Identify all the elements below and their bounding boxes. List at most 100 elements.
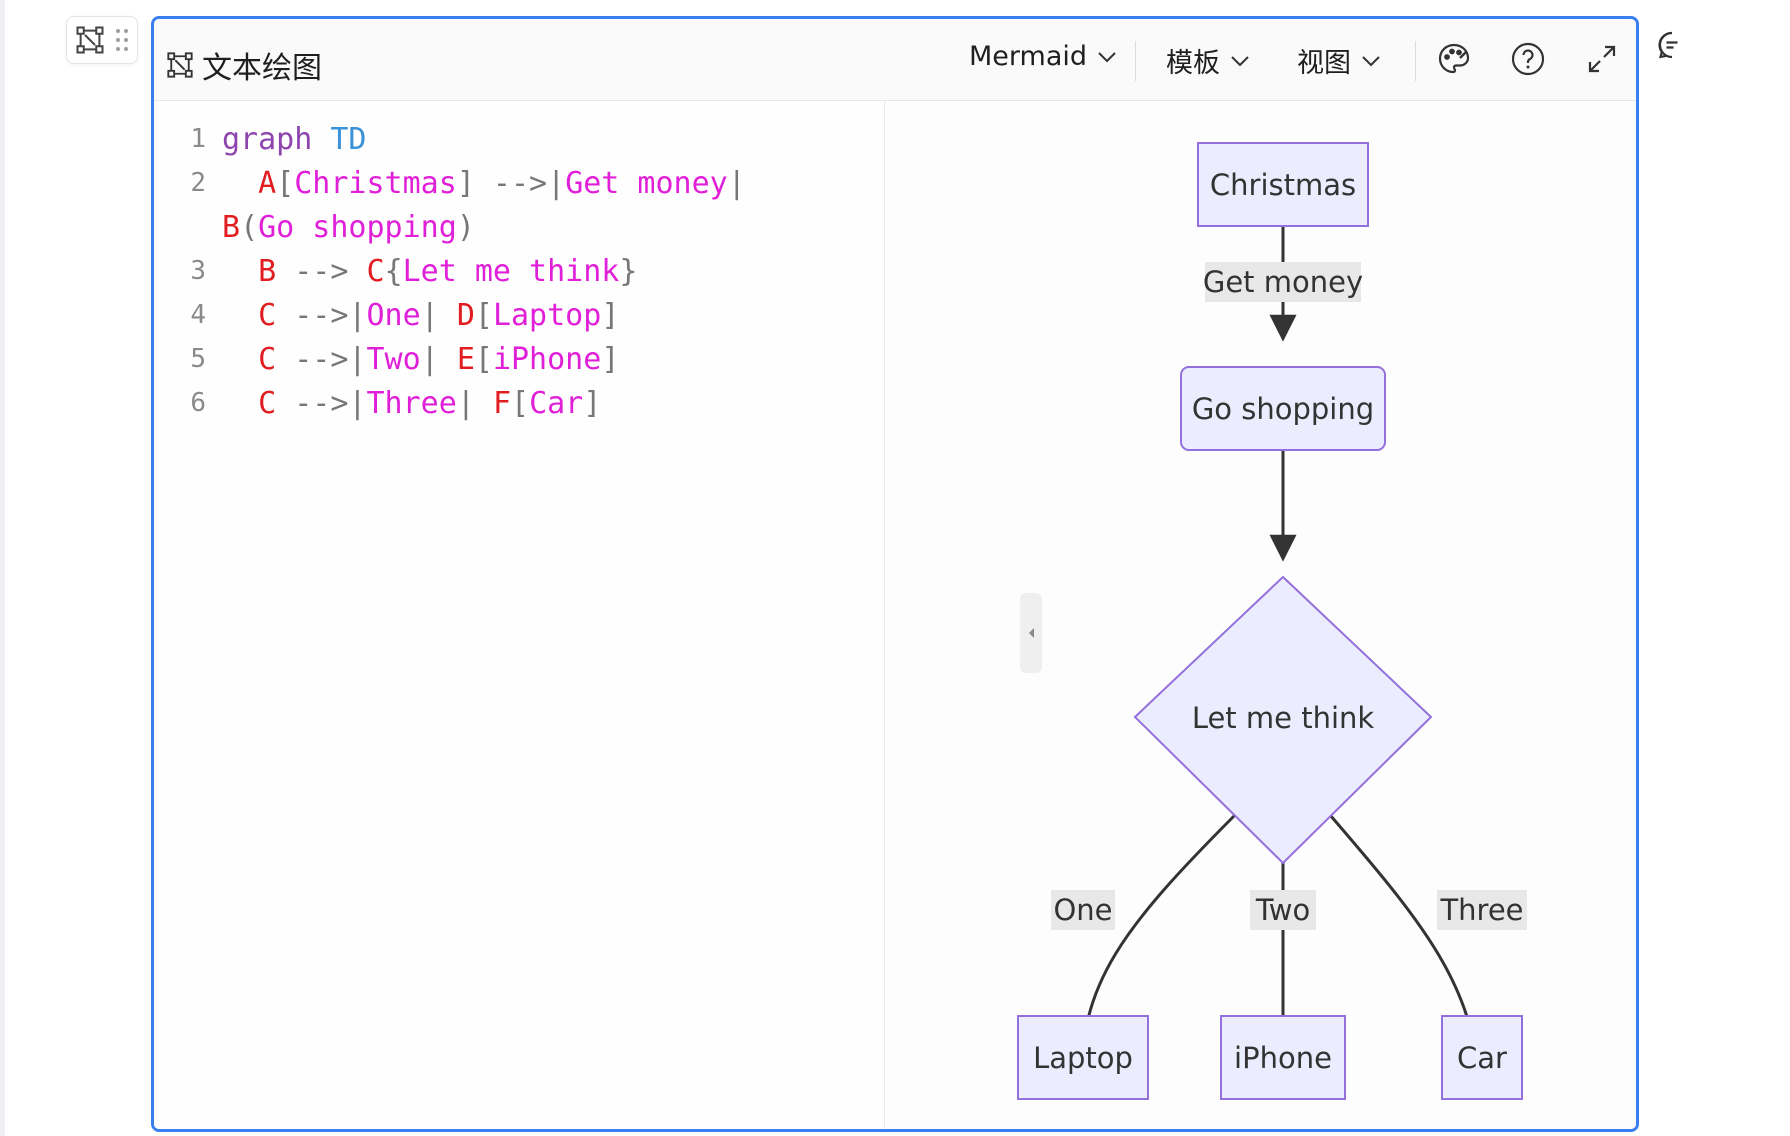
diagram-icon	[76, 26, 104, 54]
code-token: Get money	[565, 165, 728, 201]
svg-text:Christmas: Christmas	[1210, 168, 1356, 202]
line-number: 1	[190, 124, 206, 154]
svg-text:Go shopping: Go shopping	[1192, 392, 1374, 426]
code-token: ] -->|	[456, 165, 566, 201]
code-editor[interactable]: 1 graph TD 2 A[Christmas] -->| Get money | B(…	[154, 101, 885, 1129]
left-rail	[0, 0, 5, 1136]
code-token: C	[366, 253, 385, 289]
edge-label-one: One	[1051, 890, 1115, 930]
code-token: ]	[601, 297, 620, 333]
expand-icon[interactable]	[1584, 41, 1620, 77]
template-dropdown-label: 模板	[1166, 48, 1220, 79]
comment-icon[interactable]	[1657, 30, 1687, 60]
chevron-down-icon	[1098, 51, 1116, 62]
text-diagram-block: 文本绘图 Mermaid 模板 视图 1 graph TD 2 A [Chri…	[151, 16, 1639, 1132]
diagram-preview: Get money One Two Three Christmas Go sho…	[885, 101, 1636, 1129]
code-line: 2 A[Christmas] -->| Get money |	[154, 163, 746, 203]
code-token: -->|	[276, 385, 367, 421]
code-token: |	[456, 385, 493, 421]
line-number: 6	[190, 388, 206, 418]
code-token: D	[456, 297, 475, 333]
code-token: Christmas	[294, 165, 457, 201]
code-token: Two	[366, 341, 421, 377]
code-token: (	[240, 209, 259, 245]
code-token: iPhone	[492, 341, 602, 377]
code-token: C	[222, 341, 277, 377]
line-number: 3	[190, 256, 206, 286]
code-token: B	[222, 209, 241, 245]
svg-text:Laptop: Laptop	[1033, 1041, 1133, 1075]
code-token: A	[222, 165, 277, 201]
code-token: }	[619, 253, 638, 289]
code-line: 3 B --> C{Let me think}	[154, 251, 637, 291]
template-dropdown[interactable]: 模板	[1166, 41, 1250, 80]
help-icon[interactable]	[1510, 41, 1546, 77]
code-token: One	[366, 297, 421, 333]
view-dropdown[interactable]: 视图	[1297, 41, 1381, 80]
code-token: Go shopping	[258, 209, 457, 245]
toolbar: 文本绘图 Mermaid 模板 视图	[154, 19, 1636, 101]
chevron-down-icon	[1231, 55, 1249, 66]
code-token: F	[492, 385, 511, 421]
code-token: -->|	[276, 297, 367, 333]
code-token: Laptop	[492, 297, 602, 333]
toolbar-divider	[1135, 41, 1136, 81]
code-token: |	[420, 297, 457, 333]
code-token: TD	[330, 121, 367, 157]
node-go-shopping: Go shopping	[1180, 366, 1386, 451]
block-handle[interactable]	[66, 16, 138, 64]
svg-text:iPhone: iPhone	[1234, 1041, 1332, 1075]
code-token: Three	[366, 385, 457, 421]
code-line: 6 C -->| Three | F[Car]	[154, 383, 601, 423]
node-laptop: Laptop	[1017, 1015, 1149, 1100]
palette-icon[interactable]	[1436, 41, 1472, 77]
code-token: )	[456, 209, 475, 245]
view-dropdown-label: 视图	[1297, 48, 1351, 79]
node-let-me-think: Let me think	[1133, 575, 1433, 865]
code-token: [	[511, 385, 530, 421]
flowchart: Get money One Two Three Christmas Go sho…	[1017, 142, 1527, 1100]
node-car: Car	[1441, 1015, 1523, 1100]
code-token: [	[474, 297, 493, 333]
code-line: 1 graph TD	[154, 119, 367, 159]
svg-text:Car: Car	[1457, 1041, 1507, 1075]
edge-label-three: Three	[1437, 890, 1527, 930]
engine-dropdown[interactable]: Mermaid	[969, 41, 1117, 72]
svg-text:Let me think: Let me think	[1192, 701, 1375, 735]
code-token: C	[222, 297, 277, 333]
block-title-label: 文本绘图	[202, 51, 322, 86]
code-token: {	[384, 253, 403, 289]
collapse-editor-handle[interactable]	[1020, 593, 1042, 673]
line-number: 2	[190, 168, 206, 198]
code-token: |	[420, 341, 457, 377]
svg-text:Two: Two	[1255, 893, 1310, 927]
collapse-left-icon	[1029, 628, 1034, 638]
code-line: 4 C -->| One | D[Laptop]	[154, 295, 619, 335]
line-number: 4	[190, 300, 206, 330]
code-token: Let me think	[402, 253, 620, 289]
code-token: |	[727, 165, 746, 201]
code-token: graph	[222, 121, 331, 157]
code-token: Car	[529, 385, 584, 421]
code-token: -->	[276, 253, 367, 289]
code-line: 5 C -->| Two | E[iPhone]	[154, 339, 619, 379]
code-token: E	[456, 341, 475, 377]
svg-text:One: One	[1053, 893, 1112, 927]
code-token: [	[276, 165, 295, 201]
code-token: C	[222, 385, 277, 421]
svg-text:Three: Three	[1439, 893, 1523, 927]
node-iphone: iPhone	[1220, 1015, 1346, 1100]
code-token: [	[474, 341, 493, 377]
drag-handle-icon[interactable]	[115, 27, 129, 53]
chevron-down-icon	[1362, 55, 1380, 66]
svg-text:Get money: Get money	[1203, 265, 1363, 299]
code-line: B(Go shopping)	[154, 207, 475, 247]
engine-dropdown-label: Mermaid	[969, 41, 1088, 72]
code-token: -->|	[276, 341, 367, 377]
block-title: 文本绘图	[166, 43, 322, 87]
edge-label-get-money: Get money	[1203, 262, 1363, 302]
toolbar-divider	[1415, 41, 1416, 81]
diagram-icon	[167, 52, 193, 78]
node-christmas: Christmas	[1197, 142, 1369, 227]
code-token: ]	[583, 385, 602, 421]
